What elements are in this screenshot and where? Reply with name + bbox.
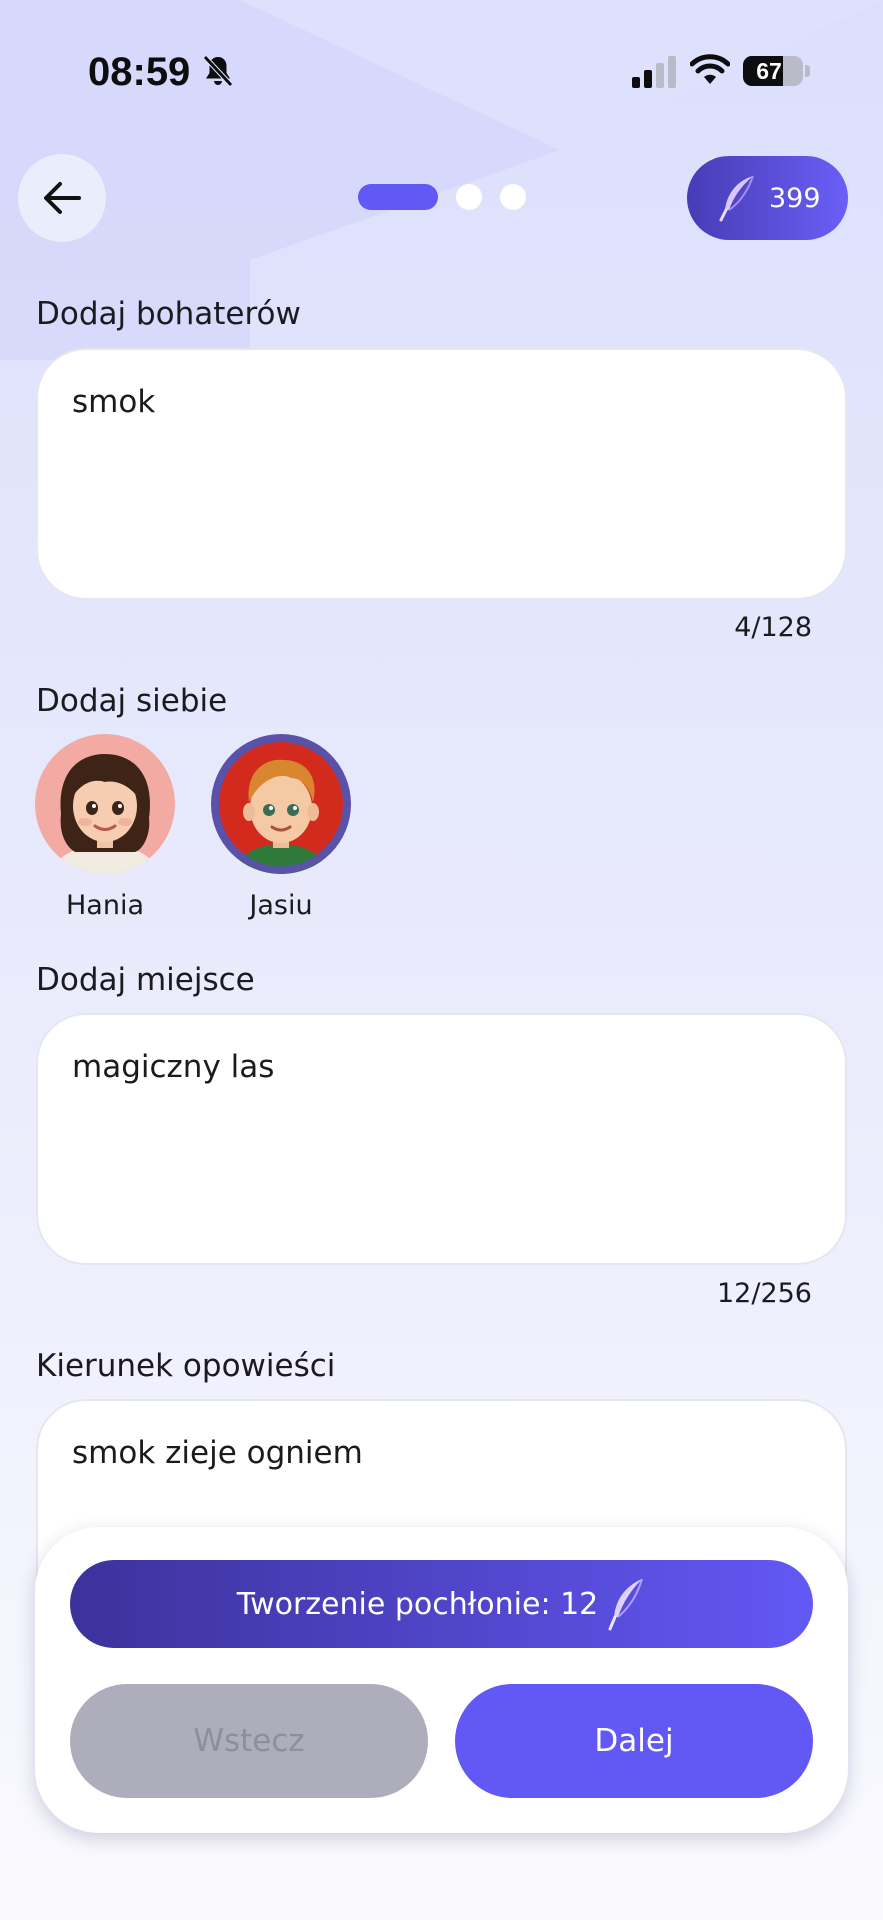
direction-label: Kierunek opowieści bbox=[36, 1348, 336, 1384]
avatar bbox=[35, 734, 175, 874]
step-indicator bbox=[358, 184, 526, 210]
cost-info-bar: Tworzenie pochłonie: 12 bbox=[70, 1560, 813, 1648]
signal-icon bbox=[632, 56, 676, 88]
heroes-label: Dodaj bohaterów bbox=[36, 296, 301, 332]
next-button[interactable]: Dalej bbox=[455, 1684, 813, 1798]
place-input-value: magiczny las bbox=[72, 1049, 275, 1085]
credits-value: 399 bbox=[769, 182, 821, 214]
avatar-jasiu[interactable]: Jasiu bbox=[211, 734, 351, 921]
heroes-counter: 4/128 bbox=[734, 612, 812, 643]
feather-icon bbox=[608, 1578, 644, 1631]
avatar-name: Jasiu bbox=[249, 890, 313, 921]
back-arrow-icon bbox=[44, 182, 81, 214]
boy-avatar-image bbox=[211, 734, 351, 874]
battery-tip bbox=[805, 65, 810, 77]
place-counter: 12/256 bbox=[717, 1278, 812, 1309]
back-button[interactable] bbox=[18, 154, 106, 242]
status-time: 08:59 bbox=[88, 50, 191, 94]
place-input[interactable]: magiczny las bbox=[36, 1013, 847, 1265]
status-bar: 08:59 67 bbox=[0, 0, 883, 140]
self-label: Dodaj siebie bbox=[36, 683, 228, 719]
feather-icon bbox=[719, 175, 754, 222]
direction-input-value: smok zieje ogniem bbox=[72, 1435, 363, 1471]
wifi-icon bbox=[690, 54, 730, 84]
place-label: Dodaj miejsce bbox=[36, 962, 255, 998]
previous-button[interactable]: Wstecz bbox=[70, 1684, 428, 1798]
girl-avatar-image bbox=[48, 754, 162, 874]
cost-label: Tworzenie pochłonie: 12 bbox=[236, 1586, 599, 1622]
heroes-input-value: smok bbox=[72, 384, 156, 420]
avatar-selected bbox=[211, 734, 351, 874]
step-dot bbox=[500, 184, 526, 210]
step-dot-active bbox=[358, 184, 438, 210]
step-dot bbox=[456, 184, 482, 210]
avatar-hania[interactable]: Hania bbox=[35, 734, 175, 921]
avatar-name: Hania bbox=[65, 890, 144, 921]
battery-icon: 67 bbox=[743, 56, 803, 86]
heroes-input[interactable]: smok bbox=[36, 348, 847, 600]
bell-slash-icon bbox=[203, 55, 233, 87]
battery-percent: 67 bbox=[756, 58, 782, 84]
credits-badge[interactable]: 399 bbox=[687, 156, 848, 240]
bottom-action-panel: Tworzenie pochłonie: 12 Wstecz Dalej bbox=[35, 1527, 848, 1833]
